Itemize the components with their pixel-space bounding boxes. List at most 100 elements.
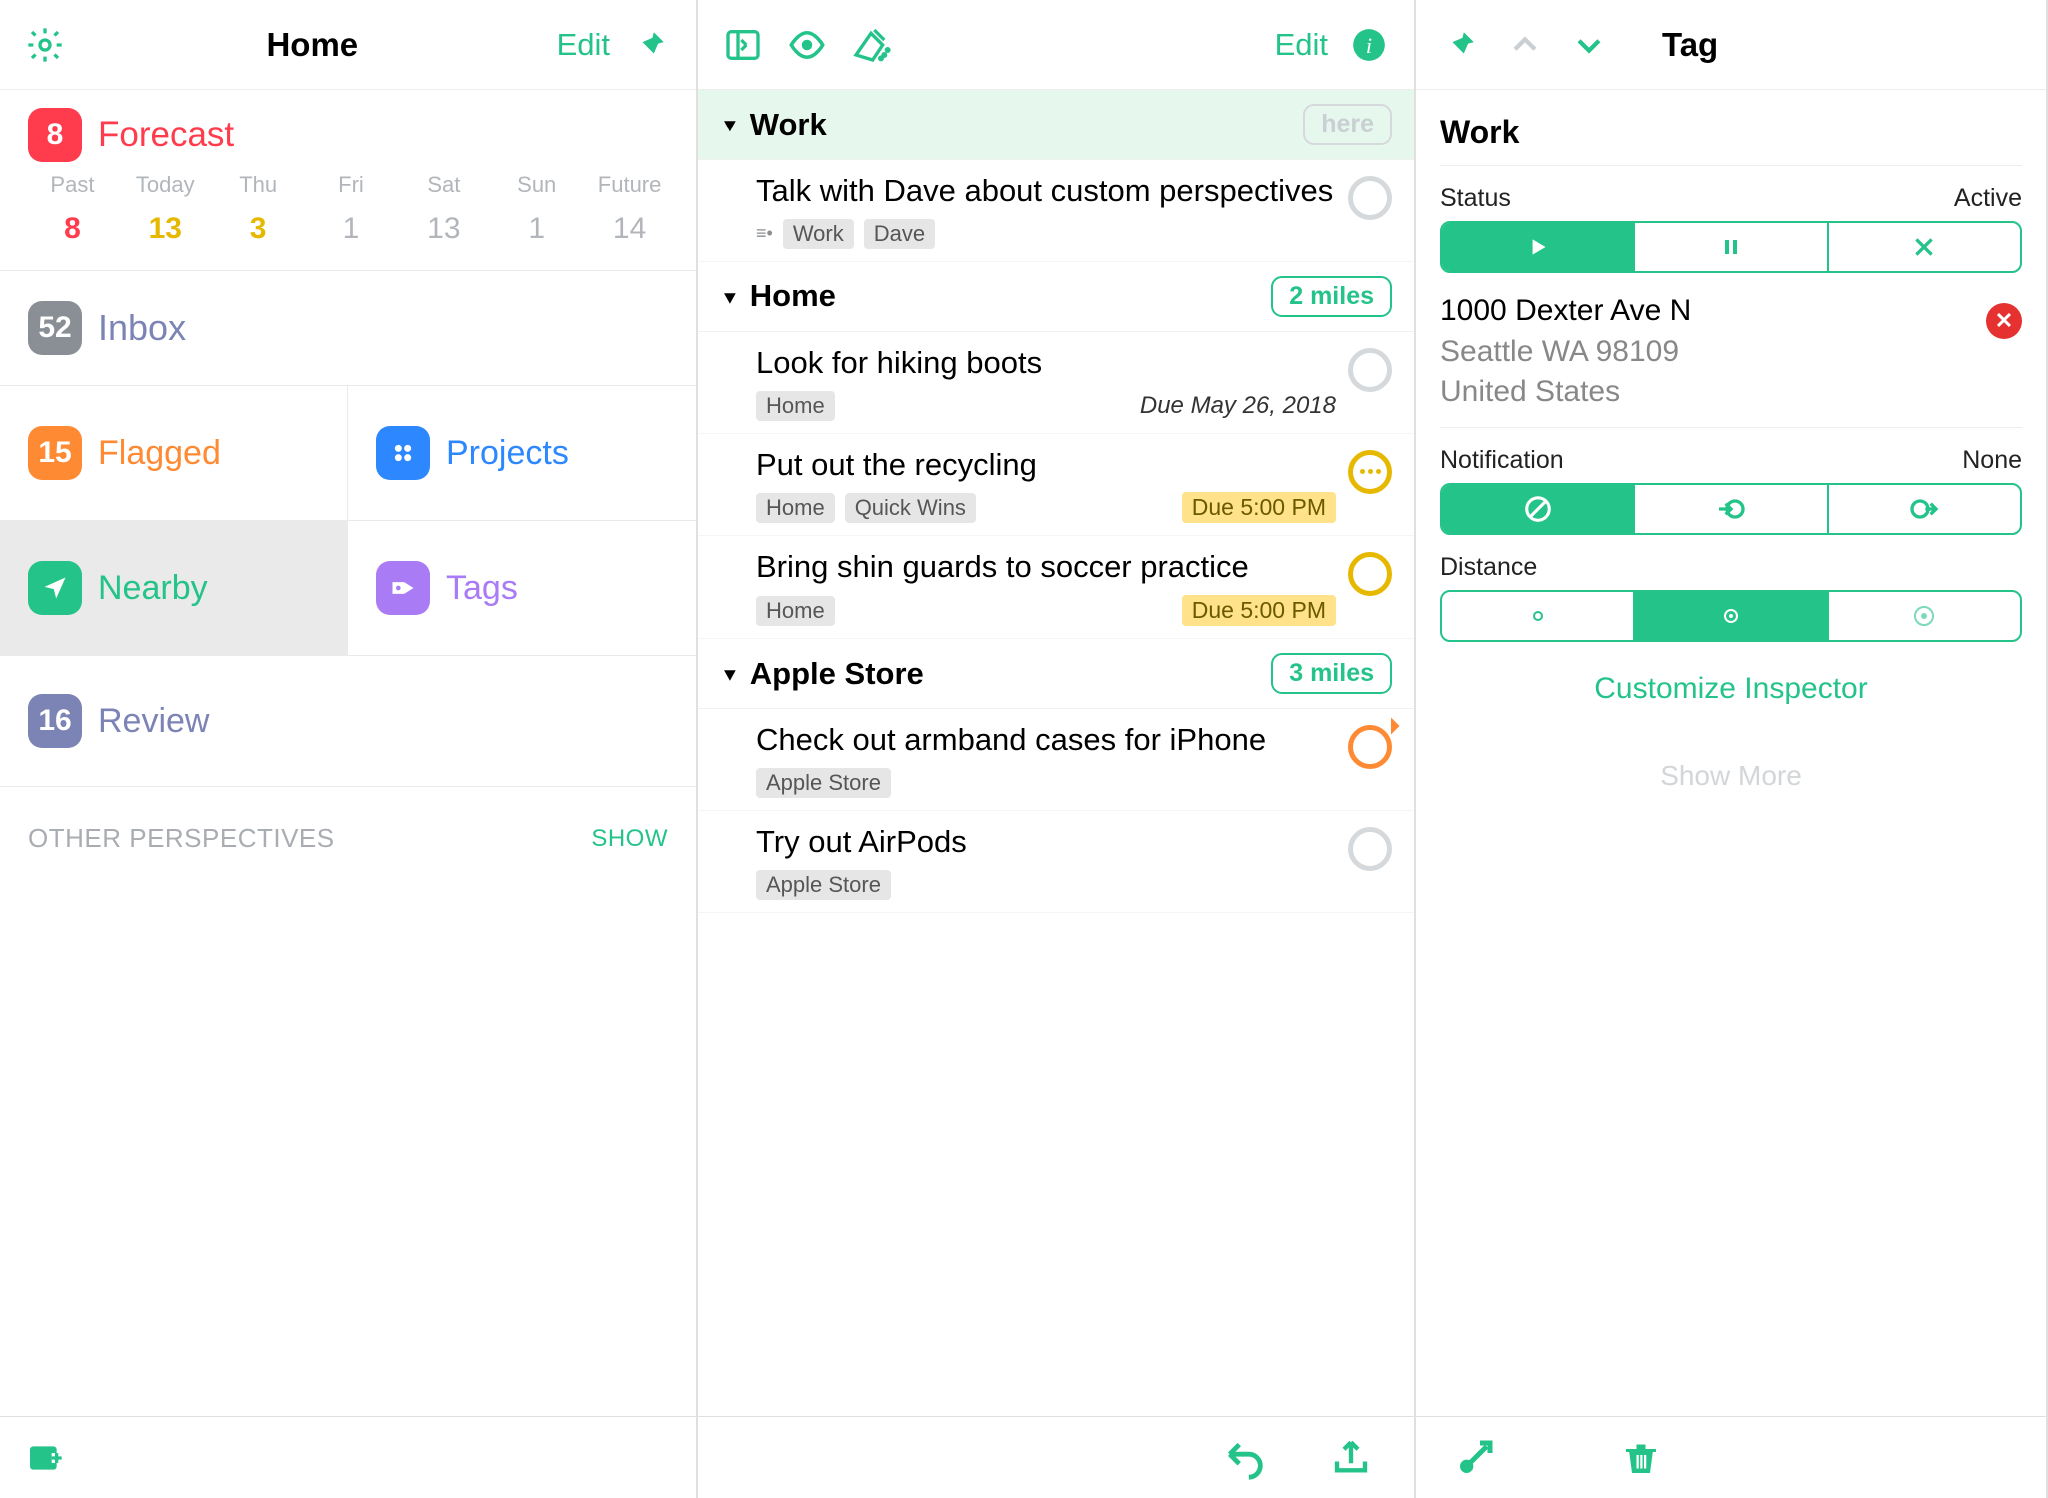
due-pill: Due 5:00 PM bbox=[1182, 492, 1336, 523]
location-address[interactable]: 1000 Dexter Ave N Seattle WA 98109 Unite… bbox=[1440, 273, 2022, 413]
undo-icon[interactable] bbox=[1222, 1435, 1268, 1481]
distance-pill: here bbox=[1303, 104, 1392, 145]
status-value: Active bbox=[1954, 184, 2022, 213]
status-dropped-button[interactable] bbox=[1829, 223, 2020, 271]
forecast-day[interactable]: Fri1 bbox=[307, 172, 396, 246]
inspector-topbar: Tag bbox=[1416, 0, 2046, 90]
notification-label: Notification bbox=[1440, 446, 1564, 475]
forecast-days-row: Past8Today13Thu3Fri1Sat13Sun1Future14 bbox=[28, 172, 674, 260]
nearby-icon bbox=[28, 561, 82, 615]
due-pill: Due 5:00 PM bbox=[1182, 595, 1336, 626]
notification-arriving-button[interactable] bbox=[1635, 485, 1828, 533]
notification-leaving-button[interactable] bbox=[1829, 485, 2020, 533]
task-title: Bring shin guards to soccer practice bbox=[756, 548, 1336, 587]
share-icon[interactable] bbox=[1328, 1435, 1374, 1481]
forecast-label: Forecast bbox=[98, 115, 234, 155]
home-pane: Home Edit 8 Forecast Past8Today13Thu3Fri… bbox=[0, 0, 698, 1498]
forecast-day[interactable]: Today13 bbox=[121, 172, 210, 246]
status-paused-button[interactable] bbox=[1635, 223, 1828, 271]
next-down-icon[interactable] bbox=[1566, 22, 1612, 68]
prev-up-icon[interactable] bbox=[1502, 22, 1548, 68]
perspective-nearby[interactable]: Nearby bbox=[0, 521, 348, 656]
perspective-flagged[interactable]: 15 Flagged bbox=[0, 386, 348, 521]
sidebar-toggle-icon[interactable] bbox=[720, 22, 766, 68]
disclosure-triangle-icon: ▼ bbox=[720, 288, 740, 309]
distance-medium-button[interactable] bbox=[1635, 592, 1828, 640]
task-title: Talk with Dave about custom perspectives bbox=[756, 172, 1336, 211]
task-row[interactable]: Check out armband cases for iPhone Apple… bbox=[698, 709, 1414, 811]
inspector-pin-icon[interactable] bbox=[1438, 22, 1484, 68]
task-row[interactable]: Talk with Dave about custom perspectives… bbox=[698, 160, 1414, 262]
perspective-forecast[interactable]: 8 Forecast Past8Today13Thu3Fri1Sat13Sun1… bbox=[0, 90, 696, 271]
status-circle[interactable] bbox=[1348, 450, 1392, 494]
tag-name[interactable]: Work bbox=[1440, 104, 2022, 166]
home-title: Home bbox=[266, 26, 358, 64]
inbox-label: Inbox bbox=[98, 307, 186, 349]
pin-icon[interactable] bbox=[628, 22, 674, 68]
perspective-inbox[interactable]: 52 Inbox bbox=[0, 271, 696, 386]
status-active-button[interactable] bbox=[1442, 223, 1635, 271]
task-title: Check out armband cases for iPhone bbox=[756, 721, 1336, 760]
distance-pill: 2 miles bbox=[1271, 276, 1392, 317]
section-header[interactable]: ▼ Work here bbox=[698, 90, 1414, 160]
address-line-1: 1000 Dexter Ave N bbox=[1440, 291, 2022, 332]
forecast-day[interactable]: Thu3 bbox=[214, 172, 303, 246]
notification-segmented-control bbox=[1440, 483, 2022, 535]
review-count-badge: 16 bbox=[28, 694, 82, 748]
task-row[interactable]: Look for hiking boots HomeDue May 26, 20… bbox=[698, 332, 1414, 434]
task-row[interactable]: Put out the recycling HomeQuick WinsDue … bbox=[698, 434, 1414, 537]
delete-location-button[interactable]: ✕ bbox=[1986, 303, 2022, 339]
perspective-tags[interactable]: Tags bbox=[348, 521, 696, 656]
task-row[interactable]: Try out AirPods Apple Store bbox=[698, 811, 1414, 913]
tags-icon bbox=[376, 561, 430, 615]
tag-chip: Work bbox=[783, 219, 854, 249]
show-more-button[interactable]: Show More bbox=[1416, 750, 2046, 808]
disclosure-triangle-icon: ▼ bbox=[720, 665, 740, 686]
inspector-pane: Tag Work Status Active 1000 Dexter Ave N… bbox=[1416, 0, 2048, 1498]
status-circle[interactable] bbox=[1348, 827, 1392, 871]
section-header[interactable]: ▼ Home 2 miles bbox=[698, 262, 1414, 332]
perspective-projects[interactable]: Projects bbox=[348, 386, 696, 521]
task-title: Try out AirPods bbox=[756, 823, 1336, 862]
view-eye-icon[interactable] bbox=[784, 22, 830, 68]
notification-value: None bbox=[1962, 446, 2022, 475]
settings-gear-icon[interactable] bbox=[22, 22, 68, 68]
perspective-review[interactable]: 16 Review bbox=[0, 656, 696, 787]
forecast-day[interactable]: Sun1 bbox=[492, 172, 581, 246]
forecast-day[interactable]: Future14 bbox=[585, 172, 674, 246]
status-circle[interactable] bbox=[1348, 725, 1392, 769]
customize-inspector-button[interactable]: Customize Inspector bbox=[1440, 642, 2022, 736]
status-circle[interactable] bbox=[1348, 348, 1392, 392]
distance-large-button[interactable] bbox=[1829, 592, 2020, 640]
forecast-day[interactable]: Sat13 bbox=[399, 172, 488, 246]
note-icon: ≡• bbox=[756, 223, 773, 244]
trash-icon[interactable] bbox=[1618, 1435, 1664, 1481]
tags-label: Tags bbox=[446, 569, 518, 608]
status-circle[interactable] bbox=[1348, 176, 1392, 220]
task-title: Put out the recycling bbox=[756, 446, 1336, 485]
section-name: Work bbox=[750, 107, 827, 143]
projects-label: Projects bbox=[446, 434, 569, 473]
inbox-count-badge: 52 bbox=[28, 301, 82, 355]
status-segmented-control bbox=[1440, 221, 2022, 273]
tag-chip: Apple Store bbox=[756, 768, 891, 798]
new-item-icon[interactable] bbox=[22, 1435, 68, 1481]
show-button[interactable]: SHOW bbox=[591, 825, 668, 853]
tag-chip: Home bbox=[756, 493, 835, 523]
tag-chip: Dave bbox=[864, 219, 935, 249]
svg-text:i: i bbox=[1366, 32, 1372, 57]
cleanup-broom-icon[interactable] bbox=[848, 22, 894, 68]
section-header[interactable]: ▼ Apple Store 3 miles bbox=[698, 639, 1414, 709]
list-edit-button[interactable]: Edit bbox=[1275, 27, 1328, 63]
inspector-bottombar bbox=[1416, 1416, 2046, 1498]
info-icon[interactable]: i bbox=[1346, 22, 1392, 68]
notification-none-button[interactable] bbox=[1442, 485, 1635, 533]
edit-button[interactable]: Edit bbox=[557, 27, 610, 63]
list-pane: Edit i ▼ Work here Talk with Dave about … bbox=[698, 0, 1416, 1498]
status-circle[interactable] bbox=[1348, 552, 1392, 596]
distance-label: Distance bbox=[1440, 553, 1537, 582]
distance-small-button[interactable] bbox=[1442, 592, 1635, 640]
forecast-day[interactable]: Past8 bbox=[28, 172, 117, 246]
task-row[interactable]: Bring shin guards to soccer practice Hom… bbox=[698, 536, 1414, 639]
goto-icon[interactable] bbox=[1452, 1435, 1498, 1481]
